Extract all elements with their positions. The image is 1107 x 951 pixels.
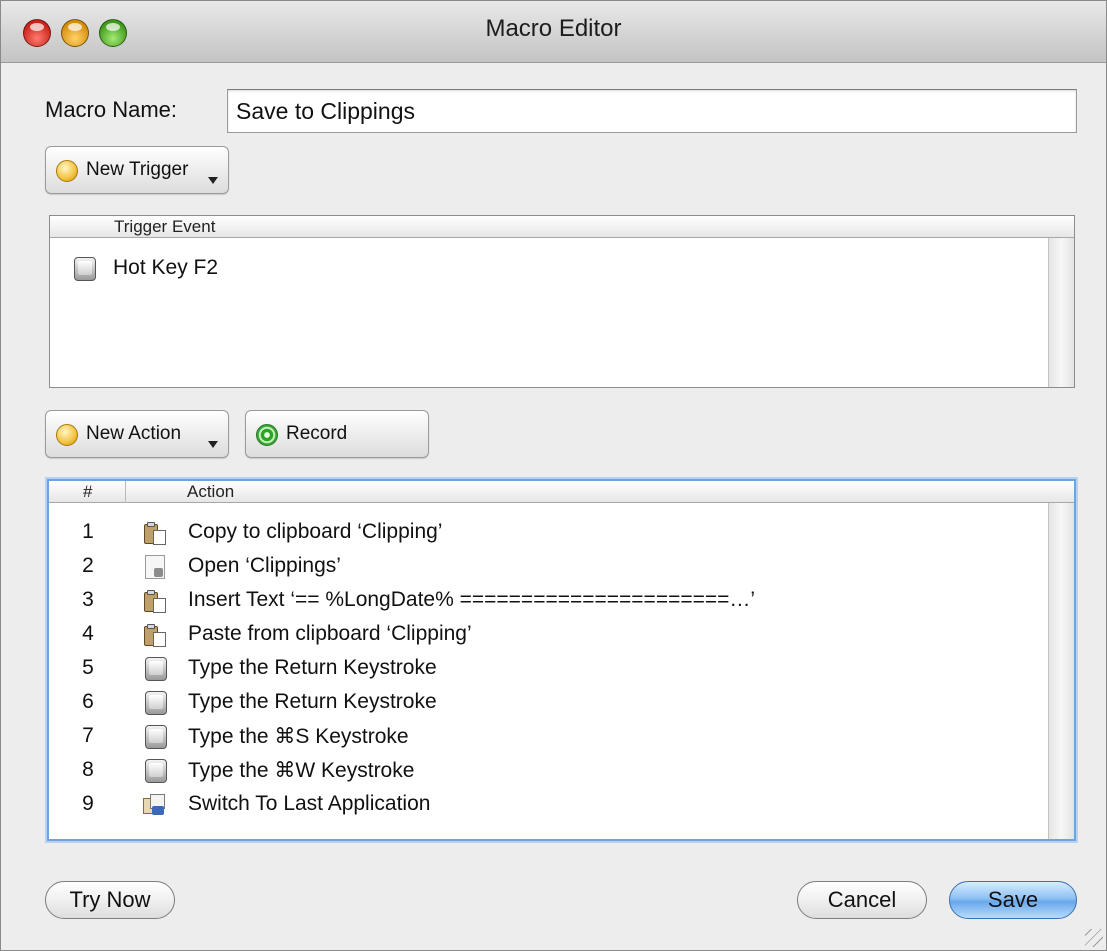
action-column-header[interactable]: Action [187, 482, 234, 502]
action-row[interactable]: 6 Type the Return Keystroke [49, 686, 1047, 720]
actions-table-scrollbar[interactable] [1048, 503, 1074, 839]
action-number: 4 [82, 622, 94, 645]
clipboard-icon [143, 521, 167, 545]
keyboard-key-icon [145, 657, 167, 681]
document-icon [145, 555, 165, 579]
action-row[interactable]: 5 Type the Return Keystroke [49, 652, 1047, 686]
keyboard-key-icon [145, 759, 167, 783]
dropdown-arrow-icon [208, 441, 218, 448]
action-label: Open ‘Clippings’ [188, 554, 341, 577]
trigger-event-column-header[interactable]: Trigger Event [114, 217, 215, 237]
title-bar[interactable]: Macro Editor [1, 1, 1106, 63]
action-label: Type the ⌘W Keystroke [188, 759, 415, 782]
number-column-header[interactable]: # [83, 482, 92, 502]
new-trigger-button[interactable]: New Trigger [45, 146, 229, 194]
action-number: 8 [82, 758, 94, 781]
action-label: Switch To Last Application [188, 792, 431, 815]
application-icon [143, 794, 167, 816]
clipboard-icon [143, 589, 167, 613]
trigger-table[interactable]: Trigger Event Hot Key F2 [49, 215, 1075, 388]
dropdown-arrow-icon [208, 177, 218, 184]
action-row[interactable]: 9 Switch To Last Application [49, 788, 1047, 822]
action-row[interactable]: 3 Insert Text ‘== %LongDate% ===========… [49, 584, 1047, 618]
keyboard-key-icon [145, 725, 167, 749]
action-number: 6 [82, 690, 94, 713]
new-action-button[interactable]: New Action [45, 410, 229, 458]
action-label: Type the Return Keystroke [188, 690, 437, 713]
action-number: 7 [82, 724, 94, 747]
action-number: 2 [82, 554, 94, 577]
record-label: Record [286, 423, 348, 444]
action-row[interactable]: 8 Type the ⌘W Keystroke [49, 754, 1047, 788]
action-number: 3 [82, 588, 94, 611]
action-label: Type the Return Keystroke [188, 656, 437, 679]
clipboard-icon [143, 623, 167, 647]
trigger-table-header: Trigger Event [50, 216, 1074, 238]
macro-name-field[interactable]: Save to Clippings [227, 89, 1077, 133]
action-label: Type the ⌘S Keystroke [188, 725, 409, 748]
action-label: Copy to clipboard ‘Clipping’ [188, 520, 443, 543]
action-label: Insert Text ‘== %LongDate% =============… [188, 588, 756, 611]
column-divider [125, 481, 126, 503]
action-bullet-icon [56, 424, 78, 446]
actions-table[interactable]: # Action 1 Copy to clipboard ‘Clipping’ … [47, 479, 1076, 841]
save-button[interactable]: Save [949, 881, 1077, 919]
actions-table-header: # Action [49, 481, 1074, 503]
keyboard-key-icon [74, 257, 96, 281]
macro-editor-window: Macro Editor Macro Name: Save to Clippin… [0, 0, 1107, 951]
action-row[interactable]: 7 Type the ⌘S Keystroke [49, 720, 1047, 754]
try-now-button[interactable]: Try Now [45, 881, 175, 919]
new-action-label: New Action [86, 423, 182, 444]
record-button[interactable]: Record [245, 410, 429, 458]
window-title: Macro Editor [485, 15, 622, 42]
cancel-button[interactable]: Cancel [797, 881, 927, 919]
trigger-row[interactable]: Hot Key F2 [50, 252, 1050, 286]
action-row[interactable]: 4 Paste from clipboard ‘Clipping’ [49, 618, 1047, 652]
keyboard-key-icon [145, 691, 167, 715]
record-icon [256, 424, 278, 446]
action-row[interactable]: 1 Copy to clipboard ‘Clipping’ [49, 516, 1047, 550]
trigger-table-scrollbar[interactable] [1048, 238, 1074, 387]
action-number: 9 [82, 792, 94, 815]
macro-name-label: Macro Name: [45, 97, 178, 122]
resize-grip-icon[interactable] [1085, 929, 1103, 947]
trigger-bullet-icon [56, 160, 78, 182]
action-row[interactable]: 2 Open ‘Clippings’ [49, 550, 1047, 584]
new-trigger-label: New Trigger [86, 159, 189, 180]
action-number: 5 [82, 656, 94, 679]
trigger-label: Hot Key F2 [113, 256, 219, 279]
action-label: Paste from clipboard ‘Clipping’ [188, 622, 472, 645]
action-number: 1 [82, 520, 94, 543]
